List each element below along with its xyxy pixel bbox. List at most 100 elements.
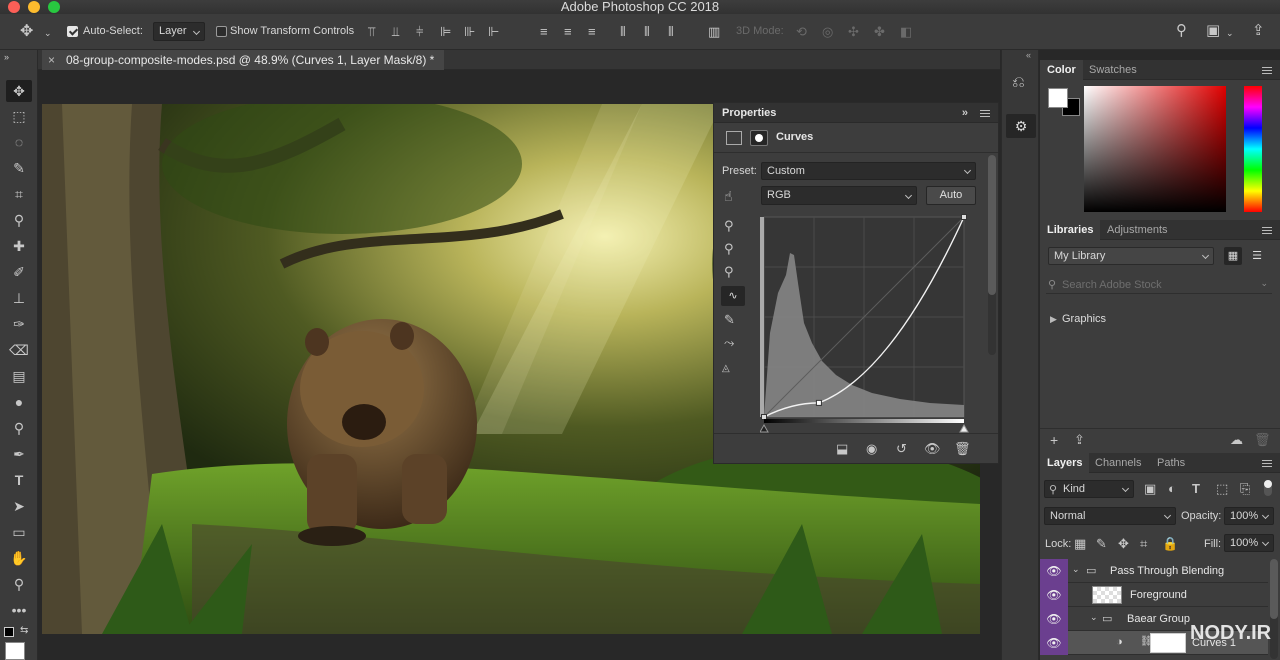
dodge-tool-icon[interactable]: ⚲ bbox=[6, 417, 32, 439]
close-window-button[interactable] bbox=[8, 1, 20, 13]
upload-icon[interactable]: ⇪ bbox=[1074, 433, 1085, 447]
drag-3d-icon[interactable]: ✣ bbox=[848, 25, 859, 39]
delete-adjustment-icon[interactable]: 🗑 bbox=[954, 442, 971, 456]
slide-3d-icon[interactable]: ✤ bbox=[874, 25, 885, 39]
curves-graph[interactable] bbox=[760, 213, 970, 433]
healing-brush-tool-icon[interactable]: ✚ bbox=[6, 235, 32, 257]
align-bottom-icon[interactable]: ⫩ bbox=[416, 25, 423, 39]
layer-filter-dropdown[interactable]: ⚲ Kind bbox=[1044, 480, 1134, 498]
distribute-hcenter-icon[interactable]: ⦀ bbox=[644, 25, 650, 39]
panel-foreground-color-swatch[interactable] bbox=[1048, 88, 1068, 108]
collapse-group-icon[interactable]: ⌄ bbox=[1072, 564, 1080, 575]
crop-tool-icon[interactable]: ⌗ bbox=[6, 183, 32, 205]
collapse-group-icon[interactable]: ⌄ bbox=[1090, 612, 1098, 623]
opacity-field[interactable]: 100% bbox=[1224, 507, 1274, 525]
filter-pixel-icon[interactable]: ▣ bbox=[1144, 482, 1156, 496]
layer-mask-icon[interactable] bbox=[750, 130, 768, 146]
fill-field[interactable]: 100% bbox=[1224, 534, 1274, 552]
move-tool-icon[interactable]: ✥ bbox=[20, 24, 33, 40]
hue-slider[interactable] bbox=[1244, 86, 1262, 212]
workspace-icon[interactable]: ▣ bbox=[1206, 23, 1220, 38]
lock-image-pixels-icon[interactable]: ✎ bbox=[1096, 537, 1107, 551]
visibility-eye-icon[interactable]: 👁 bbox=[1040, 607, 1068, 631]
layers-panel-menu-icon[interactable] bbox=[1262, 460, 1272, 467]
zoom-tool-icon[interactable]: ⚲ bbox=[6, 573, 32, 595]
draw-curve-pencil-icon[interactable]: ✎ bbox=[724, 313, 735, 327]
list-view-icon[interactable]: ☰ bbox=[1248, 247, 1266, 265]
align-hcenter-icon[interactable]: ⊪ bbox=[464, 25, 475, 39]
blend-mode-dropdown[interactable]: Normal bbox=[1044, 507, 1176, 525]
align-left-icon[interactable]: ⊫ bbox=[440, 25, 451, 39]
visibility-eye-icon[interactable]: 👁 bbox=[1040, 583, 1068, 607]
default-colors-icon[interactable] bbox=[4, 627, 14, 637]
tab-color[interactable]: Color bbox=[1040, 60, 1083, 80]
layer-mask-thumbnail[interactable] bbox=[1150, 633, 1186, 653]
expand-panels-icon[interactable]: « bbox=[1026, 50, 1031, 60]
reset-adjustment-icon[interactable]: ↺ bbox=[896, 442, 907, 456]
distribute-bottom-icon[interactable]: ≡ bbox=[588, 25, 596, 39]
orbit-3d-icon[interactable]: ⟲ bbox=[796, 25, 807, 39]
delete-library-item-icon[interactable]: 🗑 bbox=[1254, 433, 1271, 447]
history-panel-icon[interactable]: ⎌ bbox=[1012, 75, 1025, 91]
collapse-toolbar-icon[interactable]: » bbox=[4, 50, 9, 64]
black-point-eyedropper-icon[interactable]: ⚲ bbox=[724, 219, 734, 233]
foreground-color-swatch[interactable] bbox=[5, 642, 25, 660]
filter-shape-icon[interactable]: ⬚ bbox=[1216, 482, 1228, 496]
visibility-eye-icon[interactable]: 👁 bbox=[1040, 631, 1068, 655]
align-top-icon[interactable]: ⫪ bbox=[368, 25, 375, 39]
close-document-icon[interactable]: × bbox=[48, 50, 55, 70]
libraries-panel-menu-icon[interactable] bbox=[1262, 227, 1272, 234]
lock-all-icon[interactable]: 🔒 bbox=[1162, 537, 1178, 551]
color-panel-menu-icon[interactable] bbox=[1262, 67, 1272, 74]
eraser-tool-icon[interactable]: ⌫ bbox=[6, 339, 32, 361]
stock-search-field[interactable]: ⚲ Search Adobe Stock ⌄ bbox=[1046, 276, 1272, 294]
pen-tool-icon[interactable]: ✒ bbox=[6, 443, 32, 465]
properties-menu-icon[interactable] bbox=[980, 110, 990, 117]
smooth-curve-icon[interactable]: ⤳ bbox=[724, 336, 734, 350]
quick-selection-tool-icon[interactable]: ✎ bbox=[6, 157, 32, 179]
gradient-tool-icon[interactable]: ▤ bbox=[6, 365, 32, 387]
filter-smart-object-icon[interactable]: ⎘ bbox=[1240, 482, 1250, 496]
roll-3d-icon[interactable]: ◎ bbox=[822, 25, 833, 39]
brush-tool-icon[interactable]: ✐ bbox=[6, 261, 32, 283]
show-transform-checkbox[interactable] bbox=[216, 26, 227, 37]
channel-dropdown[interactable]: RGB bbox=[761, 186, 917, 205]
add-content-icon[interactable]: + bbox=[1050, 433, 1058, 447]
tab-swatches[interactable]: Swatches bbox=[1082, 60, 1144, 80]
workspace-chevron-icon[interactable]: ⌄ bbox=[1226, 26, 1234, 40]
camera-3d-icon[interactable]: ◧ bbox=[900, 25, 912, 39]
align-vcenter-icon[interactable]: ⫫ bbox=[392, 25, 399, 39]
distribute-vcenter-icon[interactable]: ≡ bbox=[564, 25, 572, 39]
curve-control-point[interactable] bbox=[961, 214, 967, 220]
lock-transparent-pixels-icon[interactable]: ▦ bbox=[1074, 537, 1086, 551]
tab-libraries[interactable]: Libraries bbox=[1040, 220, 1101, 240]
graphics-section-label[interactable]: Graphics bbox=[1062, 313, 1106, 325]
document-tab[interactable]: × 08-group-composite-modes.psd @ 48.9% (… bbox=[42, 50, 445, 70]
rectangle-tool-icon[interactable]: ▭ bbox=[6, 521, 32, 543]
visibility-eye-icon[interactable]: 👁 bbox=[1040, 559, 1068, 583]
tab-adjustments[interactable]: Adjustments bbox=[1100, 220, 1175, 240]
auto-select-checkbox[interactable] bbox=[67, 26, 78, 37]
view-previous-state-icon[interactable]: ◉ bbox=[866, 442, 877, 456]
edit-points-curve-button[interactable]: ∿ bbox=[721, 286, 745, 306]
library-dropdown[interactable]: My Library bbox=[1048, 247, 1214, 265]
layer-row[interactable]: 👁 ⌄ ▭ Pass Through Blending bbox=[1040, 559, 1268, 583]
eyedropper-tool-icon[interactable]: ⚲ bbox=[6, 209, 32, 231]
lasso-tool-icon[interactable]: ◌ bbox=[6, 131, 32, 153]
white-point-eyedropper-icon[interactable]: ⚲ bbox=[724, 265, 734, 279]
targeted-adjustment-icon[interactable]: ☝ bbox=[724, 189, 733, 203]
gray-point-eyedropper-icon[interactable]: ⚲ bbox=[724, 242, 734, 256]
hand-tool-icon[interactable]: ✋ bbox=[6, 547, 32, 569]
tool-preset-chevron-icon[interactable]: ⌄ bbox=[44, 26, 52, 40]
properties-panel-icon[interactable]: ⚙ bbox=[1006, 114, 1036, 138]
history-brush-tool-icon[interactable]: ✑ bbox=[6, 313, 32, 335]
lock-position-icon[interactable]: ✥ bbox=[1118, 537, 1129, 551]
share-icon[interactable]: ⇪ bbox=[1252, 23, 1265, 38]
more-tools-icon[interactable]: ••• bbox=[6, 599, 32, 621]
filter-type-icon[interactable]: T bbox=[1192, 482, 1200, 496]
properties-scrollbar[interactable] bbox=[988, 155, 996, 355]
type-tool-icon[interactable]: T bbox=[6, 469, 32, 491]
expand-graphics-icon[interactable]: ▶ bbox=[1050, 314, 1057, 325]
cc-sync-icon[interactable]: ☁ bbox=[1230, 433, 1243, 447]
clipping-warning-icon[interactable]: ◬ bbox=[722, 362, 730, 376]
